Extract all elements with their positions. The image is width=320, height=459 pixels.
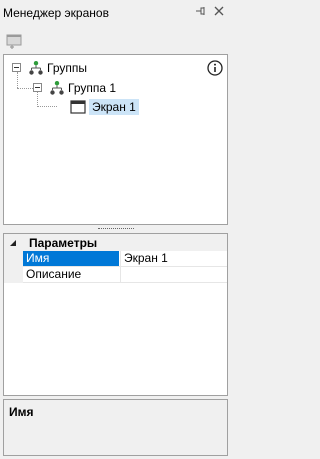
screens-tree[interactable]: Группы Группа 1 Экран 1: [3, 54, 228, 225]
property-gutter: [4, 251, 23, 267]
tree-node-groups[interactable]: Группы: [28, 59, 87, 77]
tree-node-screen-1[interactable]: Экран 1: [70, 98, 139, 116]
description-title: Имя: [9, 405, 34, 419]
tree-connector: [17, 72, 18, 88]
root-collapse-toggle[interactable]: [12, 63, 21, 72]
panel-titlebar: Менеджер экранов: [0, 0, 231, 26]
close-icon[interactable]: [212, 4, 226, 18]
property-name: Описание: [26, 267, 82, 281]
chevron-down-icon[interactable]: [8, 238, 18, 248]
property-gutter: [4, 267, 23, 283]
tree-node-group-1[interactable]: Группа 1: [49, 79, 116, 97]
property-name: Имя: [23, 251, 119, 266]
property-value[interactable]: Экран 1: [120, 251, 227, 266]
screen-icon: [70, 100, 86, 114]
tree-connector: [17, 88, 33, 89]
groups-icon: [29, 61, 43, 75]
tree-connector: [37, 92, 38, 107]
info-icon[interactable]: [207, 60, 223, 76]
tree-node-label: Группы: [47, 61, 87, 75]
pin-icon[interactable]: [193, 4, 207, 18]
group-icon: [50, 81, 64, 95]
property-category[interactable]: Параметры: [4, 234, 227, 251]
group-collapse-toggle[interactable]: [33, 83, 42, 92]
tree-connector: [37, 106, 57, 107]
add-screen-icon[interactable]: [5, 32, 23, 50]
splitter-grip: [97, 227, 134, 231]
property-row[interactable]: Имя Экран 1: [4, 251, 227, 267]
property-description: Имя: [3, 399, 228, 456]
tree-node-label: Экран 1: [89, 99, 139, 115]
category-label: Параметры: [29, 235, 98, 250]
panel-splitter[interactable]: [0, 226, 231, 232]
panel-title: Менеджер экранов: [3, 6, 109, 20]
toolbar: [0, 28, 231, 52]
property-row[interactable]: Описание: [4, 267, 227, 283]
property-grid: Параметры Имя Экран 1 Описание: [3, 233, 228, 396]
tree-node-label: Группа 1: [68, 81, 117, 95]
property-value[interactable]: [120, 267, 227, 282]
